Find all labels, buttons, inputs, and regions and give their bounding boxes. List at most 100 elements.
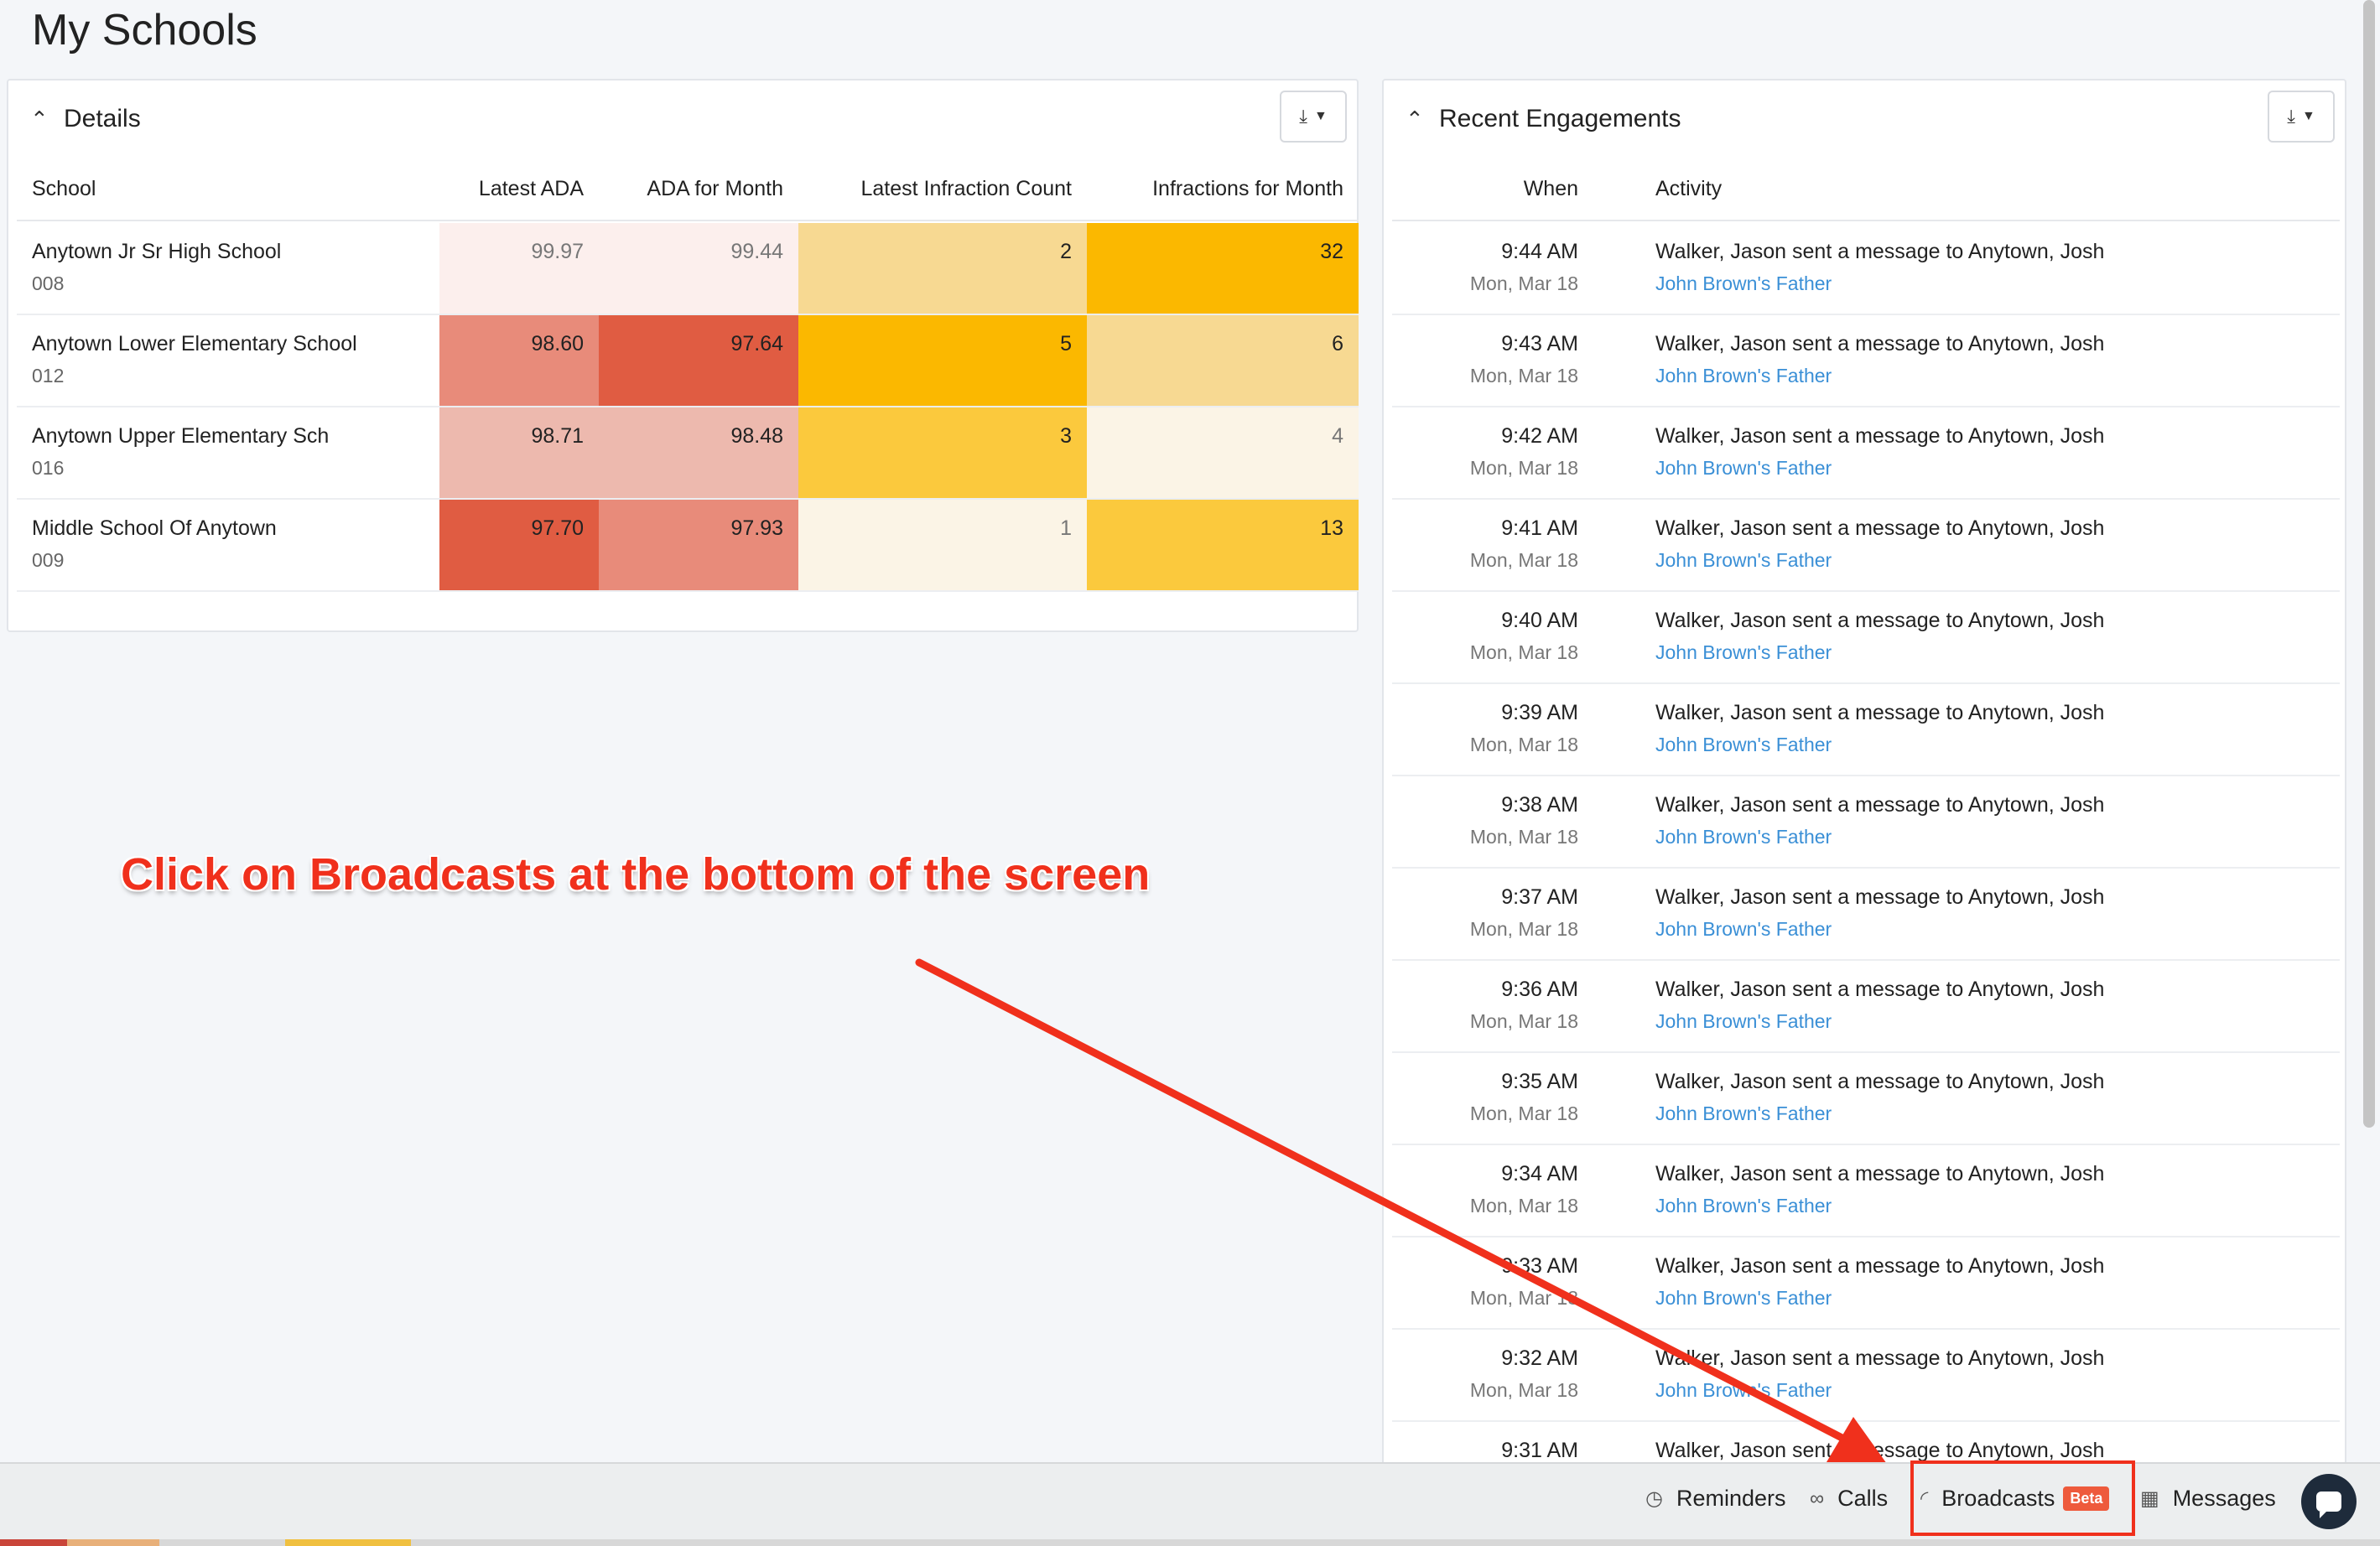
infractions-month-cell: 32	[1087, 223, 1359, 314]
engagement-contact-link[interactable]: John Brown's Father	[1655, 1102, 2104, 1125]
col-latest-infraction[interactable]: Latest Infraction Count	[798, 177, 1087, 201]
engagement-message: Walker, Jason sent a message to Anytown,…	[1655, 1346, 2105, 1370]
engagement-time: 9:32 AM	[1501, 1346, 1578, 1370]
engagement-contact-link[interactable]: John Brown's Father	[1655, 1287, 2104, 1310]
engagement-contact-link[interactable]: John Brown's Father	[1655, 918, 2104, 941]
infractions-month-cell: 4	[1087, 407, 1359, 498]
chevron-up-icon[interactable]: ⌃	[30, 106, 64, 132]
engagement-contact-link[interactable]: John Brown's Father	[1655, 365, 2104, 387]
school-code: 009	[32, 549, 65, 571]
latest-ada-cell: 98.60	[439, 315, 599, 406]
engagement-date: Mon, Mar 18	[1469, 1010, 1578, 1032]
messages-button[interactable]: ▦ Messages	[2140, 1486, 2276, 1512]
engagement-activity: Walker, Jason sent a message to Anytown,…	[1578, 1070, 2104, 1144]
list-item[interactable]: 9:33 AM Mon, Mar 18 Walker, Jason sent a m…	[1392, 1237, 2340, 1330]
latest-infraction-cell: 5	[798, 315, 1087, 406]
list-item[interactable]: 9:38 AM Mon, Mar 18 Walker, Jason sent a m…	[1392, 776, 2340, 869]
list-item[interactable]: 9:44 AM Mon, Mar 18 Walker, Jason sent a m…	[1392, 223, 2340, 315]
engagement-message: Walker, Jason sent a message to Anytown,…	[1655, 701, 2105, 724]
latest-ada-cell: 98.71	[439, 407, 599, 498]
engagement-message: Walker, Jason sent a message to Anytown,…	[1655, 1254, 2105, 1278]
table-row[interactable]: Middle School Of Anytown 009 97.70 97.93 1 13	[17, 500, 1359, 592]
school-code: 016	[32, 457, 65, 479]
list-item[interactable]: 9:40 AM Mon, Mar 18 Walker, Jason sent a m…	[1392, 592, 2340, 684]
engagement-contact-link[interactable]: John Brown's Father	[1655, 1379, 2104, 1402]
list-item[interactable]: 9:32 AM Mon, Mar 18 Walker, Jason sent a m…	[1392, 1330, 2340, 1422]
school-name: Middle School Of Anytown	[32, 516, 277, 540]
engagement-time: 9:34 AM	[1501, 1162, 1578, 1185]
engagement-activity: Walker, Jason sent a message to Anytown,…	[1578, 885, 2104, 959]
chat-launcher-button[interactable]	[2301, 1474, 2357, 1529]
engagement-contact-link[interactable]: John Brown's Father	[1655, 457, 2104, 480]
engagement-time: 9:43 AM	[1501, 332, 1578, 355]
latest-infraction-cell: 2	[798, 223, 1087, 314]
details-panel: ⌃ Details ⤓ ▼ School Latest ADA ADA for M…	[7, 79, 1359, 632]
list-item[interactable]: 9:41 AM Mon, Mar 18 Walker, Jason sent a m…	[1392, 500, 2340, 592]
engagement-contact-link[interactable]: John Brown's Father	[1655, 641, 2104, 664]
list-item[interactable]: 9:42 AM Mon, Mar 18 Walker, Jason sent a m…	[1392, 407, 2340, 500]
col-activity: Activity	[1655, 176, 1723, 200]
list-item[interactable]: 9:43 AM Mon, Mar 18 Walker, Jason sent a m…	[1392, 315, 2340, 407]
list-item[interactable]: 9:37 AM Mon, Mar 18 Walker, Jason sent a m…	[1392, 869, 2340, 961]
calls-button[interactable]: ∞ Calls	[1810, 1486, 1888, 1512]
engagement-contact-link[interactable]: John Brown's Father	[1655, 826, 2104, 848]
page-title: My Schools	[32, 6, 257, 54]
engagement-date: Mon, Mar 18	[1469, 457, 1578, 479]
list-item[interactable]: 9:39 AM Mon, Mar 18 Walker, Jason sent a m…	[1392, 684, 2340, 776]
engagement-date: Mon, Mar 18	[1469, 549, 1578, 571]
details-export-button[interactable]: ⤓ ▼	[1280, 91, 1347, 143]
engagement-message: Walker, Jason sent a message to Anytown,…	[1655, 332, 2105, 355]
page-scrollbar[interactable]	[2362, 0, 2375, 1459]
download-icon: ⤓	[2287, 106, 2295, 127]
engagements-header[interactable]: ⌃ Recent Engagements	[1384, 80, 2345, 158]
table-row[interactable]: Anytown Jr Sr High School 008 99.97 99.44 2 3…	[17, 223, 1359, 315]
infractions-month-cell: 13	[1087, 500, 1359, 590]
broadcasts-highlight-box	[1910, 1460, 2135, 1536]
engagement-activity: Walker, Jason sent a message to Anytown,…	[1578, 793, 2104, 867]
engagement-when: 9:42 AM Mon, Mar 18	[1392, 424, 1578, 498]
engagement-activity: Walker, Jason sent a message to Anytown,…	[1578, 609, 2104, 682]
list-item[interactable]: 9:36 AM Mon, Mar 18 Walker, Jason sent a m…	[1392, 961, 2340, 1053]
chevron-up-icon[interactable]: ⌃	[1406, 106, 1439, 132]
engagement-date: Mon, Mar 18	[1469, 1195, 1578, 1217]
download-icon: ⤓	[1299, 106, 1307, 127]
engagement-activity: Walker, Jason sent a message to Anytown,…	[1578, 1162, 2104, 1236]
engagement-time: 9:33 AM	[1501, 1254, 1578, 1278]
list-item[interactable]: 9:34 AM Mon, Mar 18 Walker, Jason sent a m…	[1392, 1145, 2340, 1237]
col-infractions-month[interactable]: Infractions for Month	[1087, 177, 1359, 201]
col-ada-month[interactable]: ADA for Month	[599, 177, 798, 201]
table-row[interactable]: Anytown Lower Elementary School 012 98.60 9…	[17, 315, 1359, 407]
engagements-table-header: When Activity	[1392, 158, 2340, 221]
reminders-button[interactable]: ◷ Reminders	[1645, 1486, 1786, 1512]
engagement-message: Walker, Jason sent a message to Anytown,…	[1655, 793, 2105, 817]
school-cell[interactable]: Anytown Upper Elementary Sch 016	[17, 407, 439, 498]
col-when: When	[1523, 176, 1578, 200]
chat-icon: ▦	[2140, 1487, 2159, 1510]
engagement-message: Walker, Jason sent a message to Anytown,…	[1655, 240, 2105, 263]
engagement-contact-link[interactable]: John Brown's Father	[1655, 734, 2104, 756]
col-school[interactable]: School	[17, 177, 439, 201]
col-latest-ada[interactable]: Latest ADA	[439, 177, 599, 201]
engagement-time: 9:35 AM	[1501, 1070, 1578, 1093]
engagement-contact-link[interactable]: John Brown's Father	[1655, 1010, 2104, 1033]
school-cell[interactable]: Anytown Jr Sr High School 008	[17, 223, 439, 314]
engagement-when: 9:38 AM Mon, Mar 18	[1392, 793, 1578, 867]
engagement-when: 9:35 AM Mon, Mar 18	[1392, 1070, 1578, 1144]
engagements-export-button[interactable]: ⤓ ▼	[2268, 91, 2335, 143]
scrollbar-thumb[interactable]	[2363, 0, 2375, 1128]
latest-infraction-cell: 3	[798, 407, 1087, 498]
details-header[interactable]: ⌃ Details	[8, 80, 1357, 158]
engagement-time: 9:41 AM	[1501, 516, 1578, 540]
engagement-activity: Walker, Jason sent a message to Anytown,…	[1578, 240, 2104, 314]
list-item[interactable]: 9:35 AM Mon, Mar 18 Walker, Jason sent a m…	[1392, 1053, 2340, 1145]
latest-infraction-cell: 1	[798, 500, 1087, 590]
engagement-contact-link[interactable]: John Brown's Father	[1655, 1195, 2104, 1217]
school-cell[interactable]: Anytown Lower Elementary School 012	[17, 315, 439, 406]
details-table-header: School Latest ADA ADA for Month Latest I…	[17, 158, 1359, 221]
table-row[interactable]: Anytown Upper Elementary Sch 016 98.71 98.4…	[17, 407, 1359, 500]
engagement-date: Mon, Mar 18	[1469, 641, 1578, 663]
engagement-contact-link[interactable]: John Brown's Father	[1655, 272, 2104, 295]
engagement-contact-link[interactable]: John Brown's Father	[1655, 549, 2104, 572]
school-cell[interactable]: Middle School Of Anytown 009	[17, 500, 439, 590]
instruction-annotation: Click on Broadcasts at the bottom of the…	[121, 849, 1151, 900]
